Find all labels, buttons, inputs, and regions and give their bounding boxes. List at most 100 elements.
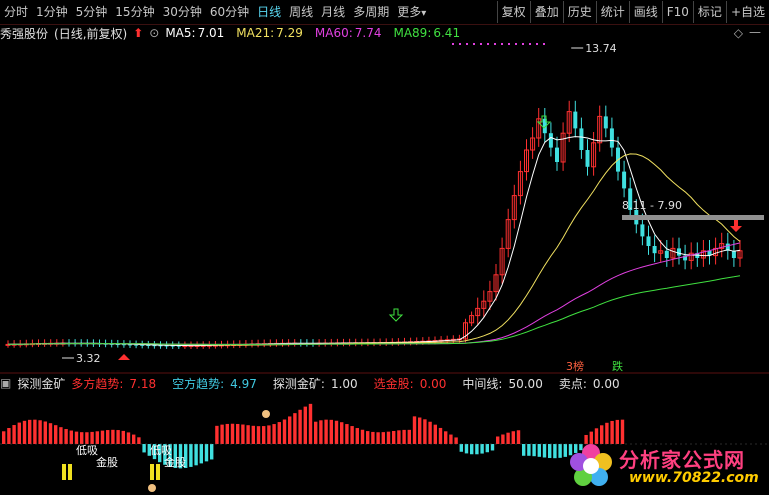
indicator-bar <box>386 431 391 444</box>
indicator-bar <box>106 430 110 444</box>
period-tab-6[interactable]: 日线 <box>253 1 285 23</box>
period-tab-8[interactable]: 月线 <box>317 1 349 23</box>
indicator-bar <box>142 444 146 453</box>
indicator-bar <box>490 444 495 451</box>
settings-square-icon[interactable]: ▣ <box>0 376 11 390</box>
indicator-bar <box>402 429 406 444</box>
bottom-tag-2: 跌 <box>612 359 623 373</box>
up-triangle-icon <box>118 354 130 360</box>
candle-body <box>555 147 559 162</box>
indicator-label: 卖点: <box>558 376 587 391</box>
indicator-bar <box>516 430 521 444</box>
up-arrow-icon: ⬆ <box>133 26 144 40</box>
candle-body <box>664 250 669 258</box>
indicator-name[interactable]: 探测金矿 <box>17 375 65 392</box>
period-tab-1[interactable]: 1分钟 <box>32 1 72 23</box>
period-tab-2[interactable]: 5分钟 <box>72 1 112 23</box>
indicator-label: 空方趋势: <box>172 376 225 391</box>
indicator-bar <box>210 444 214 460</box>
ma60-line <box>7 242 741 345</box>
watermark-title: 分析家公式网 <box>619 448 745 472</box>
ma-item-1: MA21: 7.29 <box>236 26 309 40</box>
indicator-label: 选金股: <box>373 376 414 391</box>
diamond-icon[interactable]: ◇ <box>734 26 743 40</box>
indicator-bar <box>303 406 307 444</box>
indicator-bar <box>314 421 318 444</box>
up-arrow-icon <box>730 220 742 232</box>
indicator-bar <box>454 437 458 444</box>
minimize-icon[interactable]: — <box>749 25 761 39</box>
indicator-value: 50.00 <box>508 376 543 391</box>
toolbar-button-6[interactable]: 标记 <box>692 1 726 23</box>
indicator-bar <box>340 422 344 444</box>
toolbar-button-0[interactable]: 复权 <box>496 1 530 23</box>
indicator-bar <box>59 427 63 444</box>
indicator-bar <box>350 426 354 444</box>
candle-body <box>585 150 590 167</box>
toolbar-button-4[interactable]: 画线 <box>628 1 662 23</box>
indicator-value: 1.00 <box>330 376 358 391</box>
indicator-bar <box>537 444 541 457</box>
toolbar-button-2[interactable]: 历史 <box>562 1 596 23</box>
signal-dot <box>473 43 475 45</box>
main-candlestick-chart[interactable]: 13.74 3.32 8.11 - 7.90 3榜 跌 <box>0 42 769 374</box>
ma5-line <box>7 136 741 347</box>
indicator-bar <box>220 424 224 444</box>
toolbar-button-5[interactable]: F10 <box>661 1 693 23</box>
watermark-logo: 分析家公式网 www.70822.com <box>563 440 763 492</box>
toolbar-button-1[interactable]: 叠加 <box>529 1 563 23</box>
indicator-bar <box>553 444 557 459</box>
indicator-bar <box>548 444 552 459</box>
indicator-item-3: 选金股: 0.00 <box>374 377 453 391</box>
indicator-bar <box>54 425 58 444</box>
indicator-bar <box>189 444 193 467</box>
ma-label: MA21: <box>236 26 275 40</box>
toolbar-button-3[interactable]: 统计 <box>595 1 629 23</box>
period-tab-5[interactable]: 60分钟 <box>206 1 253 23</box>
indicator-bar <box>376 432 380 444</box>
ma89-line <box>7 275 741 345</box>
ma-label: MA60: <box>314 26 353 40</box>
buy-marker <box>156 464 160 480</box>
indicator-bar <box>329 419 333 444</box>
indicator-item-1: 空方趋势: 4.97 <box>172 377 263 391</box>
indicator-bar <box>262 426 266 444</box>
signal-dot <box>529 43 531 45</box>
indicator-bar <box>272 424 276 444</box>
period-tab-9[interactable]: 多周期 <box>349 1 393 23</box>
stock-name[interactable]: 秀强股份 <box>0 25 48 42</box>
indicator-bar <box>412 416 417 444</box>
buy-label: 低吸 <box>76 444 98 457</box>
period-tab-0[interactable]: 分时 <box>0 1 32 23</box>
indicator-bar <box>111 429 115 444</box>
indicator-bar <box>542 444 547 458</box>
indicator-bar <box>438 427 443 444</box>
indicator-value: 0.00 <box>592 376 620 391</box>
indicator-bar <box>308 403 313 444</box>
period-tab-3[interactable]: 15分钟 <box>111 1 158 23</box>
period-tab-4[interactable]: 30分钟 <box>159 1 206 23</box>
chart-info-bar: 秀强股份 (日线,前复权) ⬆ ⊙ MA5: 7.01 MA21: 7.29 MA60:… <box>0 24 769 42</box>
low-price-label: 3.32 <box>76 352 101 365</box>
indicator-bar <box>33 419 37 444</box>
signal-circle <box>148 484 156 492</box>
period-tab-10[interactable]: 更多▾ <box>393 1 430 23</box>
indicator-bar <box>485 444 489 453</box>
indicator-bar <box>48 423 53 444</box>
indicator-bar <box>100 430 105 444</box>
buy-marker <box>68 464 72 480</box>
range-label: 8.11 - 7.90 <box>622 199 682 212</box>
indicator-bar <box>38 420 42 444</box>
signal-dot <box>543 43 545 45</box>
ma-value: 7.74 <box>354 26 382 40</box>
candle-body <box>640 224 645 237</box>
toolbar-button-7[interactable]: +自选 <box>725 1 769 23</box>
indicator-bar <box>470 444 474 455</box>
indicator-value: 0.00 <box>419 376 447 391</box>
period-tab-7[interactable]: 周线 <box>285 1 317 23</box>
signal-dot <box>508 43 510 45</box>
expand-circle-icon[interactable]: ⊙ <box>149 26 159 40</box>
indicator-bar <box>527 444 531 456</box>
indicator-bar <box>506 432 510 444</box>
indicator-bar <box>558 444 562 458</box>
